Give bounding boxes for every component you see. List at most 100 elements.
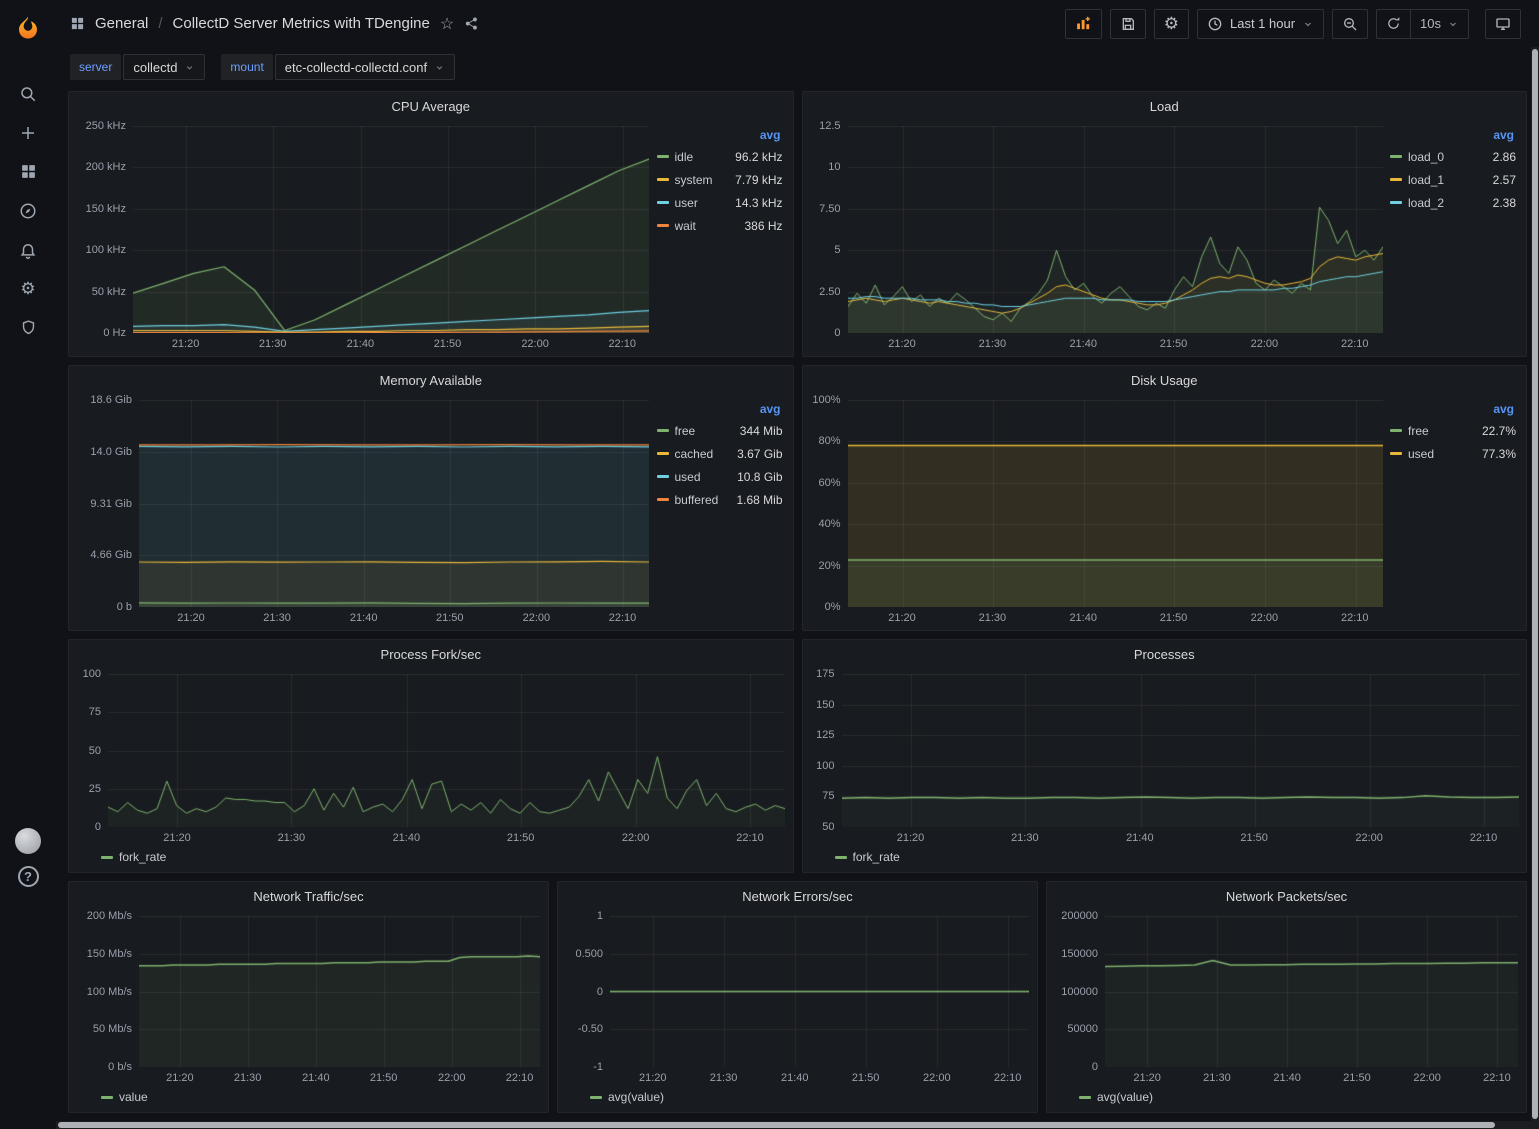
x-tick-label: 22:10 (1341, 338, 1369, 350)
star-icon[interactable]: ☆ (440, 14, 454, 34)
panel-title[interactable]: CPU Average (391, 99, 470, 114)
panel-header[interactable]: Disk Usage (803, 366, 1527, 394)
x-tick-label: 22:10 (994, 1072, 1022, 1084)
x-tick-label: 22:00 (1355, 832, 1383, 844)
disk-usage-legend: avgfree22.7%used77.3% (1382, 394, 1518, 626)
vertical-scrollbar-thumb[interactable] (1532, 49, 1538, 1119)
chart-canvas[interactable] (610, 916, 1029, 1067)
panel-title[interactable]: Processes (1134, 647, 1195, 662)
panel-title[interactable]: Load (1150, 99, 1179, 114)
disk-usage-chart[interactable]: 0%20%40%60%80%100%21:2021:3021:4021:5022… (809, 394, 1383, 626)
chart-canvas[interactable] (1105, 916, 1518, 1067)
x-tick-label: 21:30 (1203, 1072, 1231, 1084)
legend-series-value: 96.2 kHz (735, 150, 782, 164)
processes-legend: fork_rate (809, 846, 1519, 868)
process-fork-chart[interactable]: 025507510021:2021:3021:4021:5022:0022:10 (75, 668, 785, 846)
panel-title[interactable]: Memory Available (380, 373, 482, 388)
y-axis: 050000100000150000200000 (1053, 916, 1105, 1067)
dashboard-settings-button[interactable]: ⚙ (1154, 9, 1189, 39)
x-tick-label: 22:10 (1470, 832, 1498, 844)
grafana-logo[interactable] (8, 8, 48, 48)
cpu-average-chart[interactable]: 0 Hz50 kHz100 kHz150 kHz200 kHz250 kHz21… (75, 120, 649, 352)
panel-title[interactable]: Disk Usage (1131, 373, 1197, 388)
search-icon[interactable] (8, 74, 48, 113)
create-plus-icon[interactable] (8, 113, 48, 152)
cycle-view-button[interactable] (1485, 9, 1521, 39)
time-range-picker[interactable]: Last 1 hour (1197, 9, 1324, 39)
server-admin-shield-icon[interactable] (8, 308, 48, 347)
zoom-out-button[interactable] (1332, 9, 1368, 39)
memory-available-chart[interactable]: 0 b4.66 Gib9.31 Gib14.0 Gib18.6 Gib21:20… (75, 394, 649, 626)
legend-item[interactable]: used77.3% (1390, 442, 1516, 465)
explore-compass-icon[interactable] (8, 191, 48, 230)
network-traffic-chart[interactable]: 0 b/s50 Mb/s100 Mb/s150 Mb/s200 Mb/s21:2… (75, 910, 540, 1086)
legend-item[interactable]: load_02.86 (1390, 145, 1516, 168)
legend-item[interactable]: system7.79 kHz (657, 168, 783, 191)
chart-canvas[interactable] (139, 916, 540, 1067)
legend-item[interactable]: buffered1.68 Mib (657, 488, 783, 511)
panel-title[interactable]: Process Fork/sec (381, 647, 481, 662)
add-panel-button[interactable] (1065, 9, 1102, 39)
panel-title[interactable]: Network Packets/sec (1226, 889, 1347, 904)
chart-canvas[interactable] (848, 126, 1383, 333)
legend-item[interactable]: user14.3 kHz (657, 191, 783, 214)
breadcrumb-folder[interactable]: General (95, 15, 148, 32)
chart-canvas[interactable] (133, 126, 649, 333)
panel-header[interactable]: Processes (803, 640, 1527, 668)
network-packets-chart[interactable]: 05000010000015000020000021:2021:3021:402… (1053, 910, 1518, 1086)
variable-mount: mount etc-collectd-collectd.conf (221, 54, 455, 80)
panel-title[interactable]: Network Traffic/sec (253, 889, 363, 904)
processes-chart[interactable]: 507510012515017521:2021:3021:4021:5022:0… (809, 668, 1519, 846)
y-tick-label: 1 (597, 910, 603, 922)
x-tick-label: 21:40 (302, 1072, 330, 1084)
legend-series-name: fork_rate (119, 850, 166, 864)
panel-header[interactable]: CPU Average (69, 92, 793, 120)
panel-header[interactable]: Network Packets/sec (1047, 882, 1526, 910)
panel-header[interactable]: Load (803, 92, 1527, 120)
gear-glyph: ⚙ (20, 280, 35, 297)
legend-item[interactable]: fork_rate (835, 846, 900, 869)
dashboard-title[interactable]: CollectD Server Metrics with TDengine (173, 15, 430, 32)
refresh-button[interactable] (1377, 10, 1410, 38)
save-dashboard-button[interactable] (1110, 9, 1146, 39)
chart-canvas[interactable] (108, 674, 785, 827)
legend-item[interactable]: load_12.57 (1390, 168, 1516, 191)
alerting-bell-icon[interactable] (8, 230, 48, 269)
x-tick-label: 22:10 (609, 612, 637, 624)
dashboards-grid-icon[interactable] (8, 152, 48, 191)
legend-item[interactable]: fork_rate (101, 846, 166, 869)
legend-item[interactable]: cached3.67 Gib (657, 442, 783, 465)
legend-item[interactable]: value (101, 1086, 148, 1109)
user-avatar[interactable] (15, 828, 41, 854)
legend-item[interactable]: avg(value) (1079, 1086, 1153, 1109)
refresh-interval-dropdown[interactable]: 10s (1410, 10, 1468, 38)
x-tick-label: 22:00 (1251, 612, 1279, 624)
share-icon[interactable] (464, 16, 479, 31)
vertical-scrollbar-track (1531, 47, 1539, 1129)
y-tick-label: 200000 (1061, 910, 1098, 922)
legend-item[interactable]: idle96.2 kHz (657, 145, 783, 168)
variable-value-dropdown[interactable]: collectd (123, 54, 205, 80)
chart-canvas[interactable] (848, 400, 1383, 607)
legend-item[interactable]: avg(value) (590, 1086, 664, 1109)
legend-item[interactable]: free344 Mib (657, 419, 783, 442)
variable-server: server collectd (70, 54, 205, 80)
help-icon[interactable]: ? (18, 866, 39, 887)
panel-header[interactable]: Memory Available (69, 366, 793, 394)
legend-item[interactable]: load_22.38 (1390, 191, 1516, 214)
panel-title[interactable]: Network Errors/sec (742, 889, 853, 904)
network-errors-chart[interactable]: -1-0.5000.500121:2021:3021:4021:5022:002… (564, 910, 1029, 1086)
legend-series-name: load_2 (1408, 196, 1487, 210)
horizontal-scrollbar-thumb[interactable] (58, 1122, 1495, 1128)
variable-value-dropdown[interactable]: etc-collectd-collectd.conf (275, 54, 455, 80)
configuration-gear-icon[interactable]: ⚙ (8, 269, 48, 308)
legend-item[interactable]: used10.8 Gib (657, 465, 783, 488)
legend-item[interactable]: wait386 Hz (657, 214, 783, 237)
panel-header[interactable]: Network Traffic/sec (69, 882, 548, 910)
load-chart[interactable]: 02.5057.501012.521:2021:3021:4021:5022:0… (809, 120, 1383, 352)
chart-canvas[interactable] (842, 674, 1519, 827)
legend-item[interactable]: free22.7% (1390, 419, 1516, 442)
panel-header[interactable]: Process Fork/sec (69, 640, 793, 668)
panel-header[interactable]: Network Errors/sec (558, 882, 1037, 910)
chart-canvas[interactable] (139, 400, 649, 607)
